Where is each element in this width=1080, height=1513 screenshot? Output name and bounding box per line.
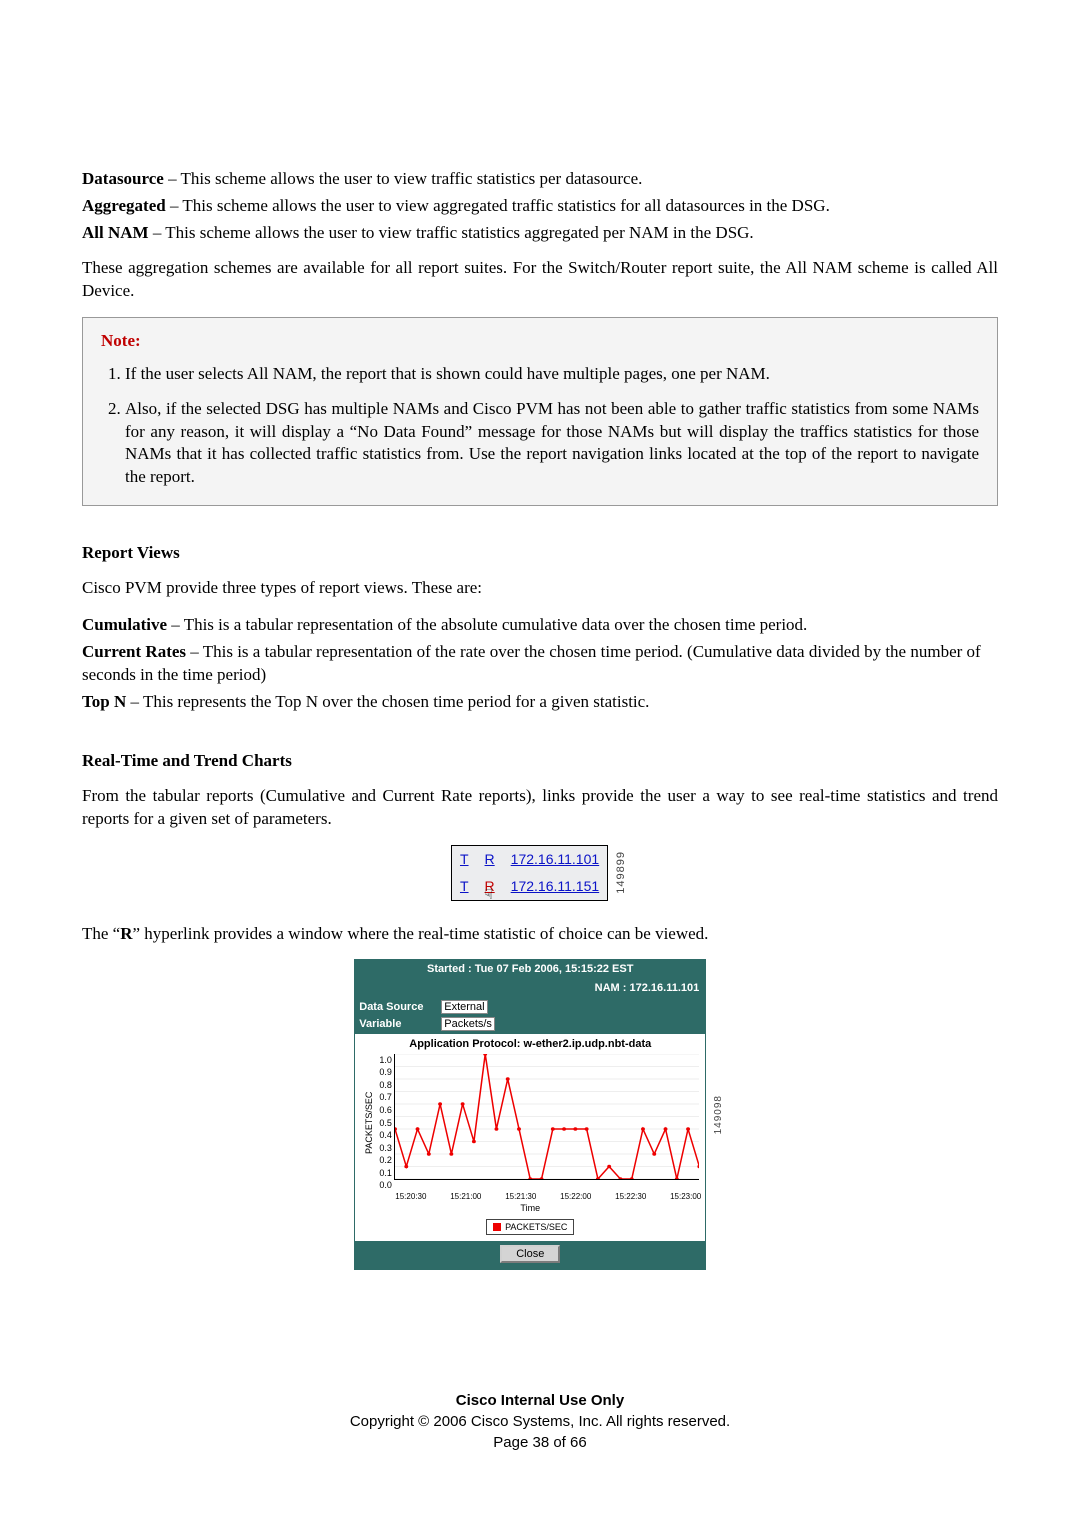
datasource-label: Data Source (359, 1000, 441, 1015)
ip-link[interactable]: 172.16.11.101 (511, 851, 600, 867)
panel-controls: Data Source External Variable Packets/s (355, 998, 705, 1034)
realtime-chart-figure: Started : Tue 07 Feb 2006, 15:15:22 EST … (82, 959, 998, 1269)
panel-footer: Close (355, 1241, 705, 1269)
paragraph: From the tabular reports (Cumulative and… (82, 785, 998, 831)
footer-page-number: Page 38 of 66 (82, 1432, 998, 1453)
paragraph: Cisco PVM provide three types of report … (82, 577, 998, 600)
chart-yticks: 1.0 0.9 0.8 0.7 0.6 0.5 0.4 0.3 0.2 0.1 … (377, 1054, 394, 1192)
report-views-definitions: Cumulative – This is a tabular represent… (82, 614, 998, 714)
note-box: Note: If the user selects All NAM, the r… (82, 317, 998, 507)
realtime-link[interactable]: R (485, 851, 495, 867)
paragraph: These aggregation schemes are available … (82, 257, 998, 303)
close-button[interactable]: Close (500, 1245, 560, 1263)
figure-id-label: 149098 (712, 1095, 726, 1134)
section-heading: Real-Time and Trend Charts (82, 750, 998, 773)
chart-area: Application Protocol: w-ether2.ip.udp.nb… (355, 1034, 705, 1241)
note-title: Note: (101, 330, 979, 353)
footer-copyright: Copyright © 2006 Cisco Systems, Inc. All… (82, 1411, 998, 1432)
realtime-panel: Started : Tue 07 Feb 2006, 15:15:22 EST … (354, 959, 706, 1269)
chart-ylabel: PACKETS/SEC (361, 1054, 377, 1192)
panel-nam-label: NAM : 172.16.11.101 (355, 979, 705, 998)
chart-canvas (394, 1054, 699, 1180)
def-line: All NAM – This scheme allows the user to… (82, 222, 998, 245)
section-heading: Report Views (82, 542, 998, 565)
chart-title: Application Protocol: w-ether2.ip.udp.nb… (355, 1034, 705, 1054)
schemes-definitions: Datasource – This scheme allows the user… (82, 168, 998, 245)
legend-swatch (493, 1223, 501, 1231)
variable-select[interactable]: Packets/s (441, 1017, 495, 1031)
chart-legend: PACKETS/SEC (355, 1219, 705, 1241)
trend-link[interactable]: T (460, 878, 469, 894)
def-line: Current Rates – This is a tabular repres… (82, 641, 998, 687)
links-figure: T R 172.16.11.101 T R☟ 172.16.11.151 149… (82, 845, 998, 901)
def-line: Top N – This represents the Top N over t… (82, 691, 998, 714)
paragraph: The “R” hyperlink provides a window wher… (82, 923, 998, 946)
def-line: Aggregated – This scheme allows the user… (82, 195, 998, 218)
table-row: T R☟ 172.16.11.151 (451, 873, 607, 900)
def-line: Datasource – This scheme allows the user… (82, 168, 998, 191)
chart-xlabel: Time (355, 1202, 705, 1214)
def-line: Cumulative – This is a tabular represent… (82, 614, 998, 637)
ip-link[interactable]: 172.16.11.151 (511, 878, 600, 894)
note-item: If the user selects All NAM, the report … (125, 363, 979, 386)
figure-id-label: 149899 (614, 851, 629, 894)
cursor-icon: ☟ (485, 885, 494, 904)
note-item: Also, if the selected DSG has multiple N… (125, 398, 979, 490)
document-page: Datasource – This scheme allows the user… (0, 0, 1080, 1513)
tr-links-table: T R 172.16.11.101 T R☟ 172.16.11.151 (451, 845, 608, 901)
variable-label: Variable (359, 1017, 441, 1032)
trend-link[interactable]: T (460, 851, 469, 867)
table-row: T R 172.16.11.101 (451, 845, 607, 872)
footer-confidential: Cisco Internal Use Only (82, 1390, 998, 1411)
note-list: If the user selects All NAM, the report … (101, 363, 979, 490)
panel-start-time: Started : Tue 07 Feb 2006, 15:15:22 EST (355, 960, 705, 979)
page-footer: Cisco Internal Use Only Copyright © 2006… (82, 1390, 998, 1453)
datasource-select[interactable]: External (441, 1000, 487, 1014)
